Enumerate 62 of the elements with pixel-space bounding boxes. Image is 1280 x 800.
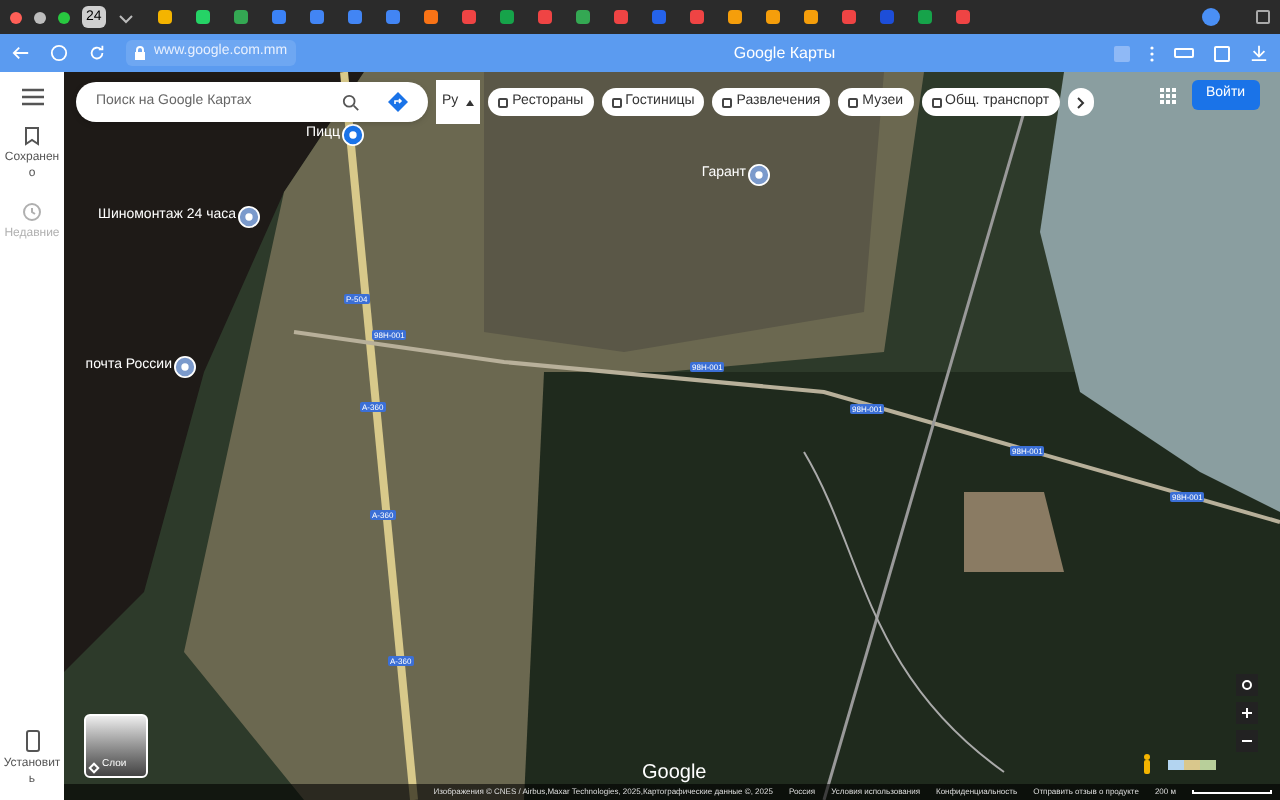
tab-favicon-icon[interactable] (271, 10, 286, 24)
tab-favicon-icon[interactable] (727, 10, 742, 24)
pegman-icon[interactable] (1142, 754, 1152, 774)
new-tab-icon[interactable] (1202, 8, 1220, 26)
battery-icon (1174, 48, 1194, 58)
category-icon (931, 97, 942, 107)
caret-icon (466, 99, 475, 105)
tab-favicon-icon[interactable] (499, 10, 514, 24)
tab-favicon-icon[interactable] (955, 10, 970, 24)
download-icon[interactable] (1250, 44, 1268, 62)
map-pin-icon[interactable] (342, 124, 364, 146)
chevron-right-icon (1075, 95, 1086, 109)
search-icon[interactable] (342, 93, 360, 111)
tab-favicon-icon[interactable] (803, 10, 818, 24)
minus-icon (1242, 736, 1252, 746)
tab-favicon-icon[interactable] (347, 10, 362, 24)
tab-favicon-icon[interactable] (195, 10, 210, 24)
map-pin-icon[interactable] (238, 206, 260, 228)
tab-favicon-icon[interactable] (841, 10, 856, 24)
tab-favicon-icon[interactable] (461, 10, 476, 24)
window-icon (1256, 10, 1270, 24)
close-window-icon[interactable] (10, 11, 22, 23)
plus-icon (1242, 708, 1252, 718)
directions-icon[interactable] (388, 92, 408, 112)
tab-favicon-icon[interactable] (765, 10, 780, 24)
minimize-window-icon[interactable] (34, 11, 46, 23)
category-icon (722, 97, 733, 107)
my-location-button[interactable] (1236, 674, 1258, 696)
zoom-out-button[interactable] (1236, 730, 1258, 752)
layers-icon (88, 762, 100, 774)
phone-icon (25, 730, 39, 752)
reload-icon[interactable] (88, 44, 106, 62)
page-title: Google Карты (731, 41, 838, 65)
extensions-icon[interactable] (1214, 45, 1230, 61)
tab-favicon-icon[interactable] (309, 10, 324, 24)
tab-favicon-icon[interactable] (423, 10, 438, 24)
back-arrow-icon[interactable] (12, 44, 30, 62)
chevron-down-icon[interactable] (117, 9, 134, 25)
tab-favicon-icon[interactable] (613, 10, 628, 24)
tab-favicon-icon[interactable] (537, 10, 552, 24)
google-logo: Google (642, 760, 707, 788)
tab-favicon-icon[interactable] (689, 10, 704, 24)
history-icon (22, 202, 42, 222)
tab-favicon-icon[interactable] (575, 10, 590, 24)
category-icon (498, 97, 509, 107)
menu-icon[interactable] (21, 88, 43, 106)
tab-favicon-icon[interactable] (917, 10, 932, 24)
tab-favicon-icon[interactable] (385, 10, 400, 24)
apps-grid-icon[interactable] (1160, 88, 1176, 104)
zoom-in-button[interactable] (1236, 702, 1258, 724)
scale-bar (1192, 790, 1272, 794)
map-pin-icon[interactable] (748, 164, 770, 186)
maximize-window-icon[interactable] (58, 11, 70, 23)
home-icon[interactable] (50, 44, 68, 62)
satellite-map-drawing[interactable] (64, 72, 1280, 800)
tab-favicon-icon[interactable] (233, 10, 248, 24)
category-icon (611, 97, 622, 107)
map-thumbnails[interactable] (1168, 760, 1216, 770)
map-pin-icon[interactable] (174, 356, 196, 378)
lock-icon (134, 46, 146, 60)
tab-favicon-icon[interactable] (157, 10, 172, 24)
category-icon (848, 97, 859, 107)
